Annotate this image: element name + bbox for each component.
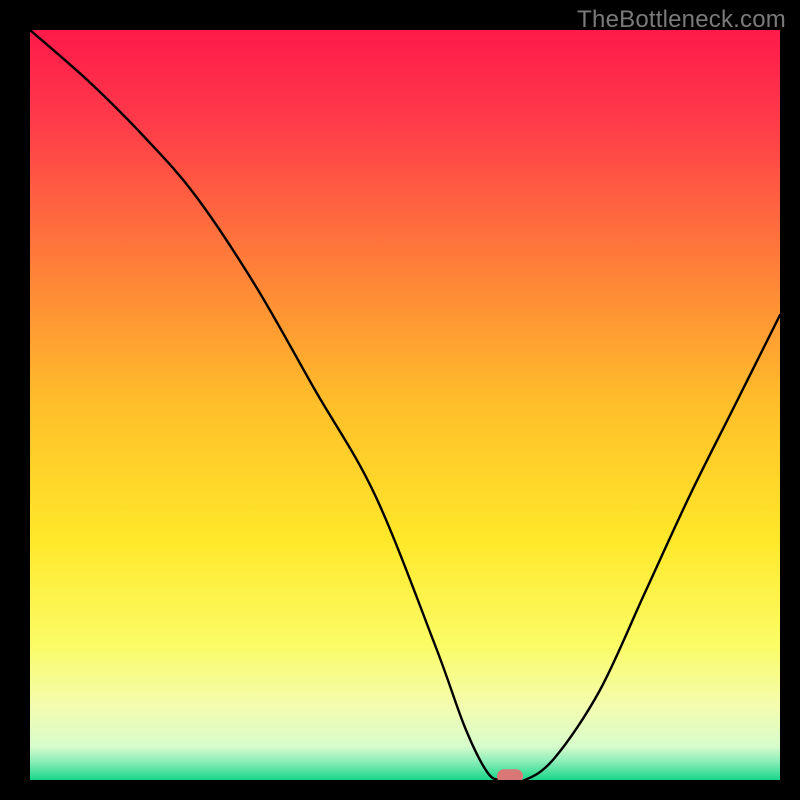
- chart-svg: [30, 30, 780, 780]
- chart-container: TheBottleneck.com: [0, 0, 800, 800]
- optimal-marker: [497, 769, 523, 780]
- gradient-background: [30, 30, 780, 780]
- plot-area: [30, 30, 780, 780]
